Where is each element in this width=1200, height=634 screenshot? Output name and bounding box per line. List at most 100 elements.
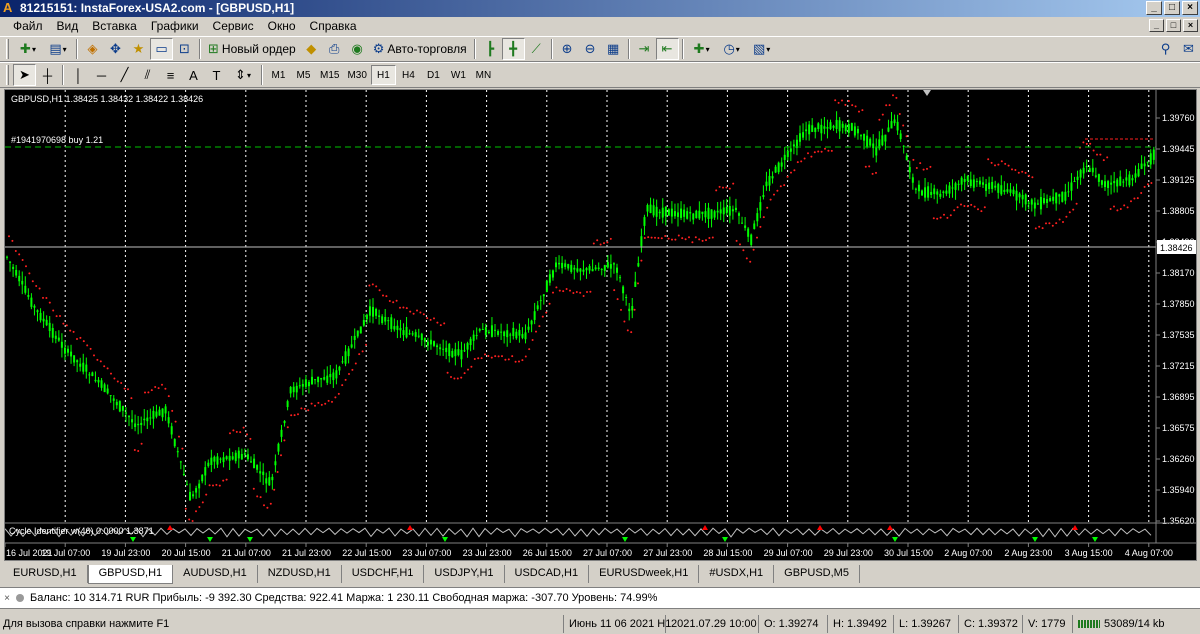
new-order-button[interactable]: ⊞ Новый ордер <box>204 38 300 60</box>
chart-shift-marker <box>923 90 931 96</box>
time-tick-label: 22 Jul 15:00 <box>342 548 391 558</box>
maximize-button[interactable]: □ <box>1164 1 1180 15</box>
toolbar-grip[interactable] <box>6 39 9 59</box>
tab-usdjpy-h1[interactable]: USDJPY,H1 <box>424 565 505 583</box>
tab-audusd-h1[interactable]: AUDUSD,H1 <box>173 565 258 583</box>
status-datetime: 2021.07.29 10:00 <box>665 615 758 633</box>
menu-tools[interactable]: Сервис <box>206 17 261 36</box>
connection-bars-icon <box>1078 620 1100 628</box>
status-bar: Для вызова справки нажмите F1 Июнь 11 06… <box>0 614 1200 634</box>
metaeditor-icon[interactable]: ◆ <box>300 38 323 60</box>
tab-gbpusd-m5[interactable]: GBPUSD,M5 <box>774 565 860 583</box>
new-order-label: Новый ордер <box>221 42 296 56</box>
tf-mn[interactable]: MN <box>471 65 496 85</box>
mdi-close-button[interactable]: × <box>1183 19 1198 32</box>
menu-bar: Файл Вид Вставка Графики Сервис Окно Спр… <box>0 17 1200 36</box>
line-chart-icon[interactable]: ⟋ <box>525 38 548 60</box>
print-icon[interactable]: ⎙ <box>323 38 346 60</box>
profiles-icon[interactable]: ▤ <box>43 38 73 60</box>
price-chart[interactable]: #1941970698 buy 1.21 GBPUSD,H1 1.38425 1… <box>4 89 1197 561</box>
channel-icon[interactable]: ⫽ <box>136 64 159 86</box>
tab-usdcad-h1[interactable]: USDCAD,H1 <box>505 565 590 583</box>
fibonacci-icon[interactable]: ≡ <box>159 64 182 86</box>
chat-icon[interactable]: ✉ <box>1177 38 1200 60</box>
menu-view[interactable]: Вид <box>50 17 86 36</box>
time-tick-label: 21 Jul 07:00 <box>222 548 271 558</box>
strategy-tester-icon[interactable]: ⊡ <box>173 38 196 60</box>
indicators-icon[interactable]: ✚ <box>687 38 717 60</box>
terminal-close-icon[interactable]: × <box>0 593 14 604</box>
tf-d1[interactable]: D1 <box>421 65 446 85</box>
tab-nzdusd-h1[interactable]: NZDUSD,H1 <box>258 565 342 583</box>
menu-window[interactable]: Окно <box>261 17 303 36</box>
chart-shift-icon[interactable]: ⇤ <box>655 38 679 60</box>
menu-file[interactable]: Файл <box>6 17 50 36</box>
tab-usdchf-h1[interactable]: USDCHF,H1 <box>342 565 425 583</box>
navigator-icon[interactable]: ★ <box>127 38 150 60</box>
periods-icon[interactable]: ◷ <box>717 38 747 60</box>
time-tick-label: 2 Aug 07:00 <box>944 548 992 558</box>
data-window-icon[interactable]: ✥ <box>104 38 127 60</box>
trendline-icon[interactable]: ╱ <box>113 64 136 86</box>
candlestick-icon[interactable]: ╋ <box>501 38 525 60</box>
auto-trading-label: Авто-торговля <box>387 42 467 56</box>
tab-gbpusd-h1[interactable]: GBPUSD,H1 <box>87 565 174 584</box>
status-low: L: 1.39267 <box>893 615 958 633</box>
market-watch-icon[interactable]: ◈ <box>81 38 104 60</box>
templates-icon[interactable]: ▧ <box>747 38 777 60</box>
mdi-restore-button[interactable]: □ <box>1166 19 1181 32</box>
menu-help[interactable]: Справка <box>303 17 364 36</box>
price-tick-label: 1.39760 <box>1162 113 1195 123</box>
time-tick-label: 30 Jul 15:00 <box>884 548 933 558</box>
new-chart-icon[interactable]: ✚ <box>13 38 43 60</box>
tf-h4[interactable]: H4 <box>396 65 421 85</box>
minimize-button[interactable]: _ <box>1146 1 1162 15</box>
status-close: C: 1.39372 <box>958 615 1022 633</box>
zoom-out-icon[interactable]: ⊖ <box>579 38 602 60</box>
horizontal-line-icon[interactable]: ─ <box>90 64 113 86</box>
status-help: Для вызова справки нажмите F1 <box>3 618 170 630</box>
status-open: O: 1.39274 <box>758 615 827 633</box>
standard-toolbar: ✚ ▤ ◈ ✥ ★ ▭ ⊡ ⊞ Новый ордер ◆ ⎙ ◉ ⚙ Авто… <box>0 36 1200 62</box>
chart-header: GBPUSD,H1 1.38425 1.38432 1.38422 1.3842… <box>11 94 203 104</box>
tile-windows-icon[interactable]: ▦ <box>602 38 625 60</box>
time-tick-label: 3 Aug 15:00 <box>1065 548 1113 558</box>
text-label-icon[interactable]: T <box>205 64 228 86</box>
bar-chart-icon[interactable]: ┣ <box>479 38 502 60</box>
zoom-in-icon[interactable]: ⊕ <box>556 38 579 60</box>
time-tick-label: 26 Jul 15:00 <box>523 548 572 558</box>
tf-w1[interactable]: W1 <box>446 65 471 85</box>
vertical-line-icon[interactable]: │ <box>67 64 90 86</box>
crosshair-icon[interactable]: ┼ <box>36 64 59 86</box>
account-summary: × Баланс: 10 314.71 RUR Прибыль: -9 392.… <box>0 587 1200 609</box>
menu-charts[interactable]: Графики <box>144 17 206 36</box>
arrows-icon[interactable]: ⇕ <box>228 64 258 86</box>
tab-eurusd-h1[interactable]: EURUSD,H1 <box>3 565 88 583</box>
tab-eurusdweek-h1[interactable]: EURUSDweek,H1 <box>589 565 700 583</box>
signals-icon[interactable]: ◉ <box>346 38 369 60</box>
price-tick-label: 1.36260 <box>1162 454 1195 464</box>
cursor-icon[interactable]: ➤ <box>13 64 36 86</box>
tf-m1[interactable]: M1 <box>266 65 291 85</box>
text-icon[interactable]: A <box>182 64 205 86</box>
search-icon[interactable]: ⚲ <box>1154 38 1177 60</box>
tf-m5[interactable]: M5 <box>291 65 316 85</box>
time-tick-label: 2 Aug 23:00 <box>1004 548 1052 558</box>
tf-m30[interactable]: M30 <box>343 65 370 85</box>
close-button[interactable]: × <box>1182 1 1198 15</box>
auto-trading-button[interactable]: ⚙ Авто-торговля <box>369 38 471 60</box>
mdi-minimize-button[interactable]: _ <box>1149 19 1164 32</box>
tab-usdx-h1[interactable]: #USDX,H1 <box>699 565 775 583</box>
toolbar-grip[interactable] <box>6 65 9 85</box>
menu-insert[interactable]: Вставка <box>85 17 144 36</box>
new-order-icon: ⊞ <box>208 41 219 56</box>
price-tick-label: 1.38805 <box>1162 206 1195 216</box>
chart-canvas[interactable]: #1941970698 buy 1.21 GBPUSD,H1 1.38425 1… <box>5 90 1196 560</box>
title-bar: A 81215151: InstaForex-USA2.com - [GBPUS… <box>0 0 1200 17</box>
auto-scroll-icon[interactable]: ⇥ <box>633 38 656 60</box>
tf-h1[interactable]: H1 <box>370 65 396 85</box>
tf-m15[interactable]: M15 <box>316 65 343 85</box>
status-volume: V: 1779 <box>1022 615 1072 633</box>
terminal-icon[interactable]: ▭ <box>150 38 173 60</box>
price-tick-label: 1.37535 <box>1162 330 1195 340</box>
